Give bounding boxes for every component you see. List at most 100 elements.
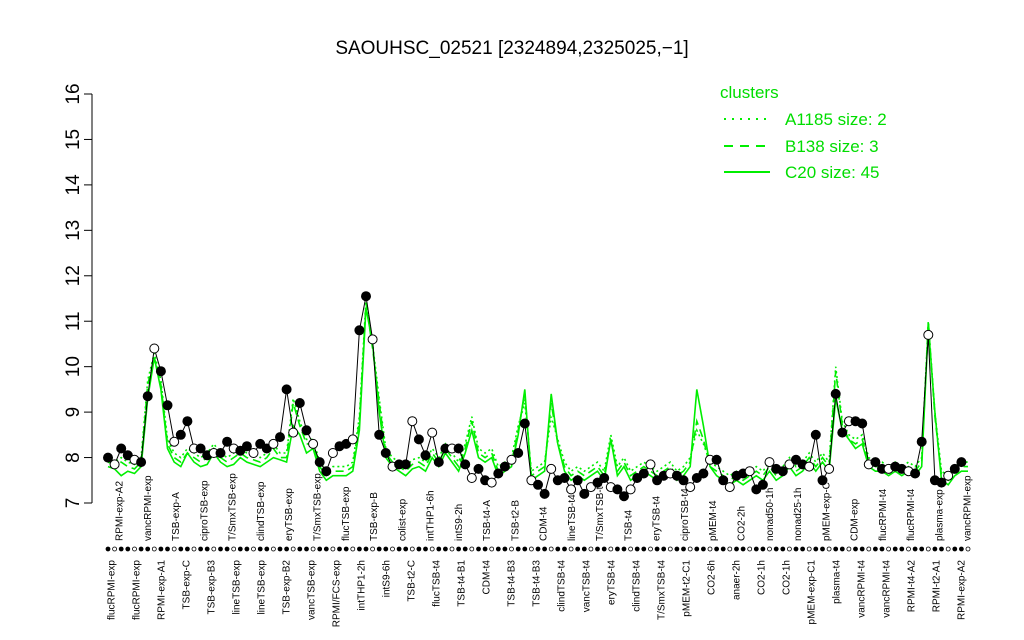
legend-label-c20: C20 size: 45 — [785, 163, 880, 182]
top-sample-label: eryTSB-exp — [284, 488, 295, 541]
rug-marker — [138, 546, 144, 552]
data-point — [744, 466, 755, 477]
rug-marker — [323, 546, 329, 552]
top-sample-label: vancRPMI-exp — [963, 475, 974, 541]
bottom-sample-label: TSB-exp-C — [182, 560, 193, 609]
bottom-sample-label: intS9-6h — [382, 560, 393, 597]
bottom-sample-label: RPMI-exp-A2 — [957, 560, 968, 620]
data-point — [354, 325, 365, 336]
rug-marker — [191, 546, 197, 552]
rug-marker — [509, 546, 514, 552]
rug-marker — [787, 546, 792, 552]
rug-marker — [403, 546, 409, 552]
data-point — [268, 438, 279, 449]
top-sample-label: pMEM-exp-C — [821, 482, 832, 541]
rug-marker — [409, 546, 415, 552]
rug-marker — [879, 546, 885, 552]
y-tick-label: 11 — [63, 311, 84, 331]
rug-marker — [132, 546, 137, 552]
data-point — [493, 468, 504, 479]
rug-marker — [820, 546, 825, 552]
bottom-sample-label: anaer-2h — [732, 560, 743, 600]
rug-marker — [906, 546, 911, 552]
rug-marker — [760, 546, 766, 552]
bottom-sample-label: RPMI-t2-A1 — [932, 560, 943, 613]
rug-marker — [654, 546, 660, 552]
rug-marker — [429, 546, 435, 552]
rug-marker — [701, 546, 706, 552]
rug-marker — [449, 546, 455, 552]
rug-marker — [641, 546, 647, 552]
rug-marker — [502, 546, 508, 552]
rug-marker — [912, 546, 918, 552]
rug-marker — [495, 546, 501, 552]
rug-marker — [211, 546, 217, 552]
rug-marker — [800, 546, 805, 552]
rug-marker — [542, 546, 547, 552]
bottom-sample-labels: flucRPMI-exp flucRPMI-exp RPMI-exp-A1 TSB-e… — [107, 560, 968, 628]
rug-marker — [826, 546, 832, 552]
top-sample-label: CDM-exp — [850, 498, 861, 541]
rug-marker — [621, 546, 627, 552]
rug-marker — [773, 546, 779, 552]
rug-marker — [105, 546, 111, 552]
data-point — [301, 425, 312, 436]
rug-marker — [568, 546, 574, 552]
rug-marker — [304, 546, 309, 552]
bottom-sample-label: eryTSB-t4 — [607, 560, 618, 605]
rug-marker — [178, 546, 184, 552]
rug-marker — [952, 546, 958, 552]
data-point — [910, 468, 921, 479]
data-point — [407, 416, 418, 427]
bottom-sample-label: TSB-exp-B3 — [207, 560, 218, 615]
bottom-sample-label: lineTSB-exp — [232, 560, 243, 615]
data-point — [314, 457, 325, 468]
data-point — [777, 466, 788, 477]
rug-marker — [112, 546, 117, 552]
bottom-sample-label: flucRPMI-exp — [132, 560, 143, 620]
top-sample-label: intTHP1-6h — [426, 490, 437, 541]
rug-marker — [608, 546, 614, 552]
rug-marker — [277, 546, 283, 552]
data-point — [486, 477, 497, 488]
rug-marker — [356, 546, 362, 552]
rug-marker — [806, 546, 812, 552]
rug-marker — [390, 546, 395, 552]
top-sample-label: ciproTSB-exp — [199, 480, 210, 541]
bottom-sample-label: RPMI/FCS-exp — [332, 560, 343, 628]
rug-marker — [866, 546, 872, 552]
rug-marker — [747, 546, 753, 552]
data-point — [711, 454, 722, 465]
legend-label-b138: B138 size: 3 — [785, 137, 879, 156]
rug-markers — [105, 546, 971, 552]
rug-marker — [634, 546, 640, 552]
data-point — [513, 448, 524, 458]
top-sample-label: intS9-2h — [454, 504, 465, 541]
rug-marker — [125, 546, 131, 552]
rug-marker — [687, 546, 693, 552]
bottom-sample-label: vancRPMI-t4 — [857, 560, 868, 618]
data-point — [923, 329, 934, 340]
top-sample-label: T/SmxTSB-exp — [228, 473, 239, 541]
rug-marker — [290, 546, 296, 552]
rug-marker — [515, 546, 521, 552]
bottom-sample-label: intTHP1-2h — [357, 560, 368, 611]
bottom-sample-label: vancRPMI-t4 — [882, 560, 893, 618]
data-point — [519, 418, 530, 429]
rug-marker — [727, 546, 733, 552]
top-sample-label: flucRPMI-t4 — [906, 488, 917, 541]
data-point — [612, 484, 623, 495]
bottom-sample-label: TSB-t4-B3 — [532, 560, 543, 607]
rug-marker — [793, 546, 799, 552]
data-point — [155, 366, 166, 377]
rug-marker — [932, 546, 938, 552]
rug-marker — [846, 546, 852, 552]
bottom-sample-label: lineTSB-exp — [257, 560, 268, 615]
rug-marker — [615, 546, 620, 552]
rug-marker — [681, 546, 686, 552]
data-point — [308, 438, 319, 449]
top-sample-label: TSB-t4 — [623, 509, 634, 541]
rug-marker — [707, 546, 713, 552]
data-point — [718, 475, 729, 486]
data-point — [956, 457, 967, 468]
